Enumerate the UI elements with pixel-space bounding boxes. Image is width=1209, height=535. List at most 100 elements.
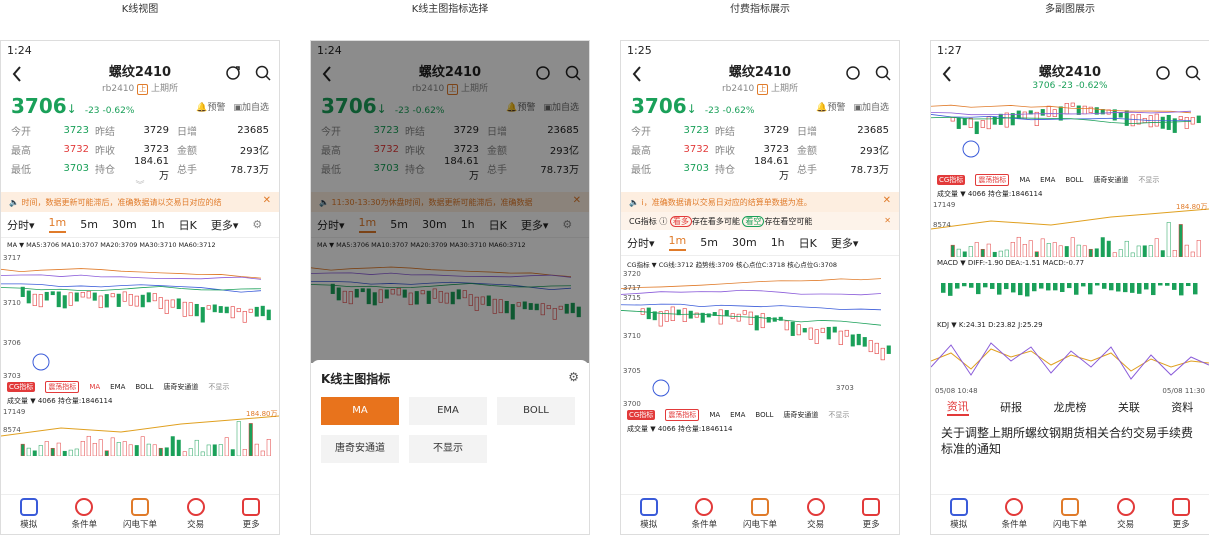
nav-flash[interactable]: 闪电下单 <box>735 498 785 534</box>
nav-condition[interactable]: 条件单 <box>989 498 1039 534</box>
tab-1h[interactable]: 1h <box>771 236 785 249</box>
indicator-boll[interactable]: BOLL <box>135 383 153 391</box>
nav-flash[interactable]: 闪电下单 <box>1045 498 1095 534</box>
sim-icon <box>19 498 38 516</box>
option-boll[interactable]: BOLL <box>497 397 575 425</box>
close-icon[interactable]: ✕ <box>263 195 271 206</box>
indicator-hide[interactable]: 不显示 <box>1138 175 1159 185</box>
nav-more[interactable]: 更多 <box>226 498 276 534</box>
indicator-cg[interactable]: CG指标 <box>937 175 966 185</box>
nav-more[interactable]: 更多 <box>1156 498 1206 534</box>
close-icon[interactable]: ✕ <box>883 195 891 206</box>
add-watch-button[interactable]: ▣加自选 <box>853 100 889 113</box>
tab-1m[interactable]: 1m <box>48 216 67 233</box>
candle <box>658 311 663 327</box>
expand-icon[interactable] <box>652 379 670 397</box>
refresh-icon[interactable] <box>225 65 241 81</box>
indicator-ema[interactable]: EMA <box>1040 176 1055 184</box>
settings-icon[interactable]: ⚙ <box>252 218 262 231</box>
search-icon[interactable] <box>1185 65 1201 81</box>
indicator-ma[interactable]: MA <box>709 411 720 419</box>
tab-1m[interactable]: 1m <box>668 234 687 251</box>
collapse-icon[interactable]: ︾ <box>1 178 279 192</box>
tab-news[interactable]: 资讯 <box>946 398 969 416</box>
modal-overlay[interactable] <box>311 41 589 363</box>
option-ma[interactable]: MA <box>321 397 399 425</box>
refresh-icon[interactable] <box>845 65 861 81</box>
add-watch-button[interactable]: ▣加自选 <box>233 100 269 113</box>
tab-more[interactable]: 更多▾ <box>211 217 239 233</box>
option-hide[interactable]: 不显示 <box>409 435 487 463</box>
nav-trade[interactable]: 交易 <box>1101 498 1151 534</box>
nav-condition[interactable]: 条件单 <box>679 498 729 534</box>
kline-chart[interactable]: 3720 3717 3715 3710 3705 3703 3700 <box>621 268 899 408</box>
tab-more[interactable]: 更多▾ <box>831 235 859 251</box>
indicator-cg[interactable]: CG指标 <box>627 410 656 420</box>
indicator-donchian[interactable]: 唐奇安通道 <box>1093 175 1128 185</box>
tab-1h[interactable]: 1h <box>151 218 165 231</box>
volume-chart[interactable]: 17149 8574 184.80万 <box>931 199 1209 257</box>
tab-research[interactable]: 研报 <box>1000 399 1022 415</box>
kline-chart[interactable]: 3717 3710 3706 3703 <box>1 250 279 380</box>
tab-related[interactable]: 关联 <box>1118 399 1140 415</box>
indicator-oscillator[interactable]: 震荡指标 <box>45 381 80 393</box>
macd-chart[interactable] <box>931 269 1209 319</box>
tab-30m[interactable]: 30m <box>112 218 137 231</box>
indicator-ema[interactable]: EMA <box>730 411 745 419</box>
tab-info[interactable]: 资料 <box>1171 399 1193 415</box>
close-icon[interactable]: ✕ <box>884 216 891 225</box>
nav-condition[interactable]: 条件单 <box>59 498 109 534</box>
indicator-boll[interactable]: BOLL <box>1065 176 1083 184</box>
indicator-cg[interactable]: CG指标 <box>7 382 36 392</box>
indicator-boll[interactable]: BOLL <box>755 411 773 419</box>
cloud-icon <box>1005 498 1024 516</box>
tab-daily[interactable]: 日K <box>799 235 817 251</box>
nav-sim[interactable]: 模拟 <box>934 498 984 534</box>
nav-sim[interactable]: 模拟 <box>4 498 54 534</box>
expand-icon[interactable] <box>962 140 980 158</box>
settings-icon[interactable]: ⚙ <box>568 370 579 384</box>
nav-sim[interactable]: 模拟 <box>624 498 674 534</box>
y-tick: 3715 <box>623 294 641 302</box>
indicator-ma[interactable]: MA <box>1019 176 1030 184</box>
tab-fenshi[interactable]: 分时▾ <box>627 235 655 251</box>
candle <box>1052 109 1057 117</box>
candle <box>224 306 229 314</box>
option-donchian[interactable]: 唐奇安通道 <box>321 435 399 463</box>
refresh-icon[interactable] <box>1155 65 1171 81</box>
indicator-ema[interactable]: EMA <box>110 383 125 391</box>
nav-flash[interactable]: 闪电下单 <box>115 498 165 534</box>
candle <box>26 290 31 304</box>
tab-5m[interactable]: 5m <box>80 218 98 231</box>
kline-chart[interactable] <box>931 95 1209 173</box>
kdj-chart[interactable] <box>931 331 1209 387</box>
volume-bar <box>1130 252 1135 257</box>
volume-bar <box>1148 245 1153 257</box>
indicator-ma[interactable]: MA <box>89 383 100 391</box>
tab-daily[interactable]: 日K <box>179 217 197 233</box>
indicator-hide[interactable]: 不显示 <box>208 382 229 392</box>
tab-dragon-tiger[interactable]: 龙虎榜 <box>1053 399 1086 415</box>
tab-5m[interactable]: 5m <box>700 236 718 249</box>
indicator-oscillator[interactable]: 震荡指标 <box>975 174 1010 186</box>
indicator-donchian[interactable]: 唐奇安通道 <box>163 382 198 392</box>
alert-button[interactable]: 🔔预警 <box>816 100 845 113</box>
option-ema[interactable]: EMA <box>409 397 487 425</box>
candle <box>1148 115 1153 128</box>
tab-30m[interactable]: 30m <box>732 236 757 249</box>
candle <box>1046 105 1051 117</box>
indicator-hide[interactable]: 不显示 <box>828 410 849 420</box>
alert-button[interactable]: 🔔预警 <box>196 100 225 113</box>
nav-trade[interactable]: 交易 <box>171 498 221 534</box>
candle <box>80 292 85 298</box>
volume-chart[interactable]: 17149 8574 184.80万 <box>1 406 279 456</box>
tab-fenshi[interactable]: 分时▾ <box>7 217 35 233</box>
search-icon[interactable] <box>255 65 271 81</box>
expand-icon[interactable] <box>32 353 50 371</box>
nav-more[interactable]: 更多 <box>846 498 896 534</box>
news-headline[interactable]: 关于调整上期所螺纹钢期货相关合约交易手续费标准的通知 <box>931 419 1209 463</box>
indicator-oscillator[interactable]: 震荡指标 <box>665 409 700 421</box>
indicator-donchian[interactable]: 唐奇安通道 <box>783 410 818 420</box>
nav-trade[interactable]: 交易 <box>791 498 841 534</box>
search-icon[interactable] <box>875 65 891 81</box>
